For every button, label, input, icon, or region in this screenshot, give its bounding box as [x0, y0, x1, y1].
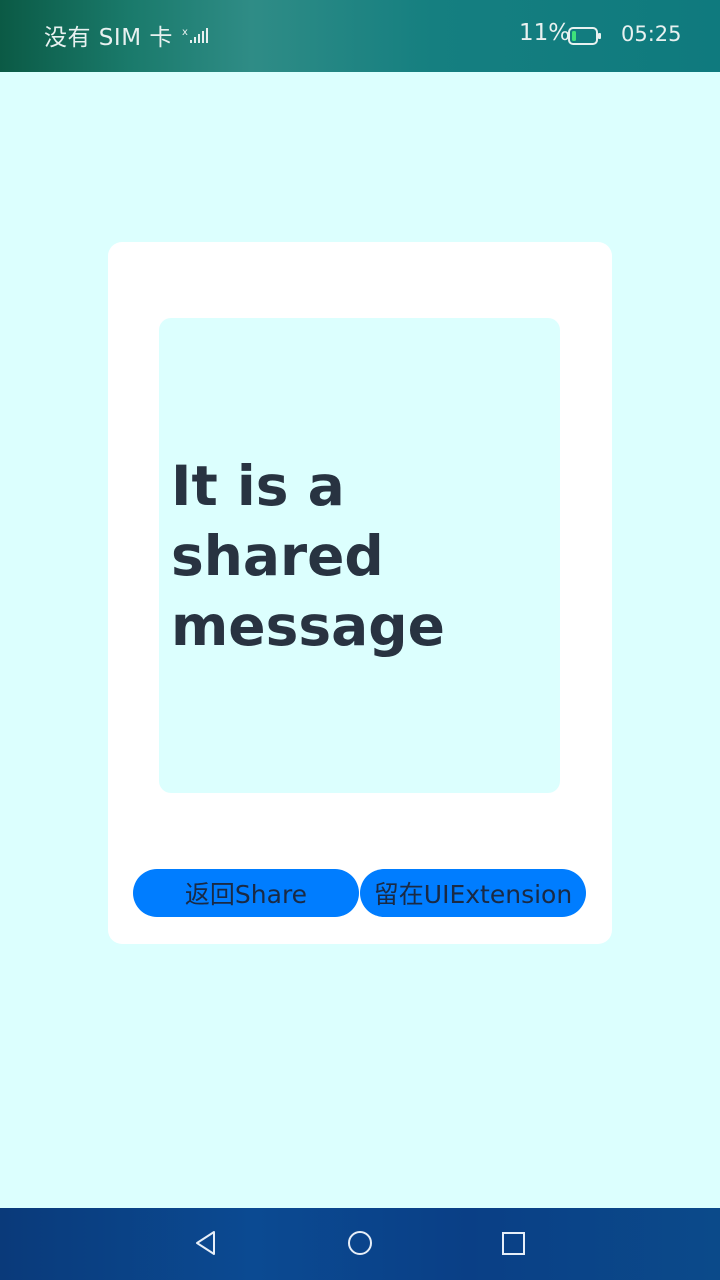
- carrier-text: 没有 SIM 卡: [44, 25, 173, 51]
- recent-square-icon[interactable]: [499, 1228, 529, 1258]
- back-triangle-icon[interactable]: [193, 1228, 223, 1258]
- battery-icon: [568, 27, 601, 45]
- clock: 05:25: [621, 22, 682, 46]
- battery-percent: 11%: [519, 20, 571, 46]
- return-share-button[interactable]: 返回Share: [133, 869, 359, 917]
- message-box: It is a shared message: [159, 318, 560, 793]
- status-bar: 没有 SIM 卡 x 11% 05:25: [0, 0, 720, 72]
- signal-icon: x: [182, 27, 208, 43]
- svg-text:x: x: [182, 27, 188, 38]
- navigation-bar: [0, 1208, 720, 1280]
- stay-uiextension-button[interactable]: 留在UIExtension: [360, 869, 586, 917]
- home-circle-icon[interactable]: [345, 1228, 375, 1258]
- shared-message-text: It is a shared message: [171, 453, 445, 658]
- share-card: It is a shared message 返回Share 留在UIExten…: [108, 242, 612, 944]
